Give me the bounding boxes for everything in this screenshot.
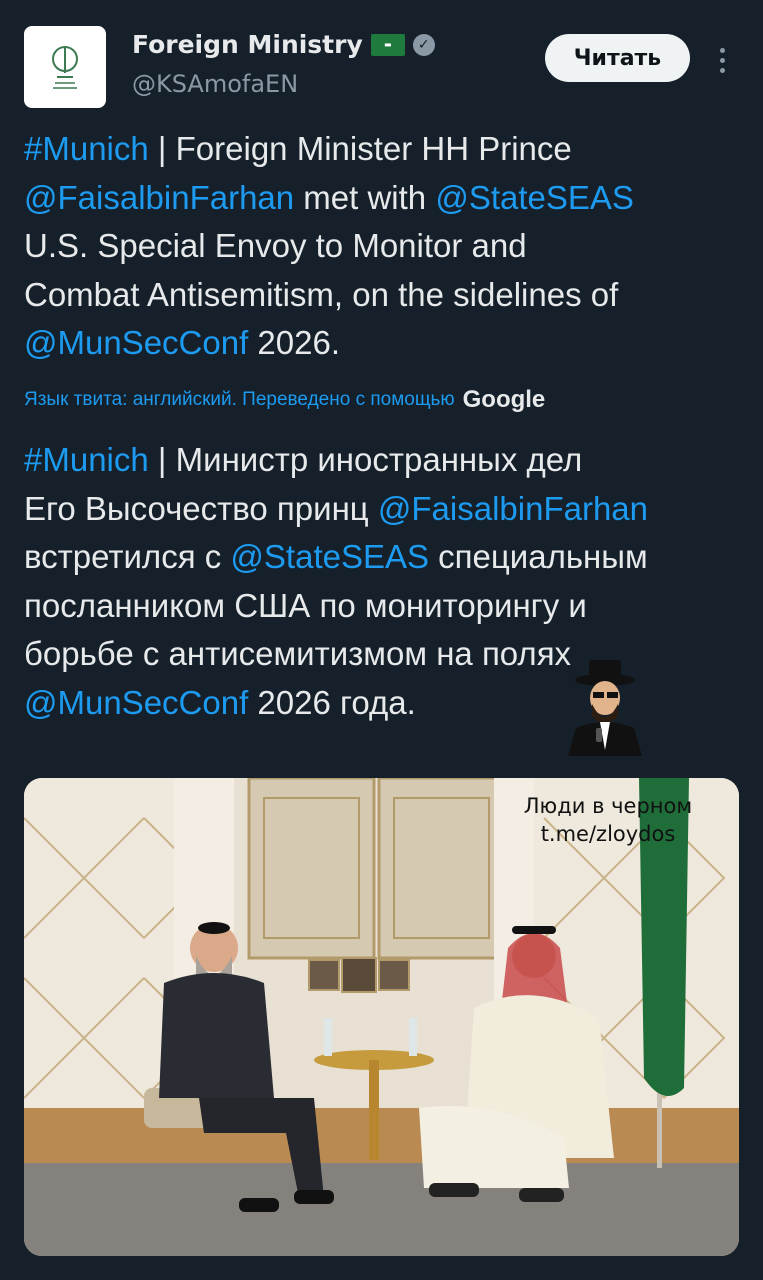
verified-badge-icon: ✓ (412, 33, 435, 56)
hashtag-link[interactable]: #Munich (24, 441, 149, 478)
tweet-line: #Munich | Foreign Minister HH Prince (24, 125, 739, 174)
tweet-line: @MunSecConf 2026. (24, 319, 739, 368)
tweet-text-segment: | Foreign Minister HH Prince (148, 130, 572, 167)
watermark-line-2: t.me/zloydos (540, 822, 676, 846)
tweet-text-segment: | Министр иностранных дел (148, 441, 583, 478)
display-name[interactable]: Foreign Ministry (132, 30, 363, 59)
channel-watermark: Люди в черном t.me/zloydos (508, 792, 708, 848)
follow-button[interactable]: Читать (545, 34, 690, 82)
tweet-text-original: #Munich | Foreign Minister HH Prince @Fai… (24, 125, 739, 368)
tweet-line: Его Высочество принц @FaisalbinFarhan (24, 485, 739, 534)
mention-link[interactable]: @MunSecConf (24, 324, 248, 361)
account-handle[interactable]: @KSAmofaEN (132, 70, 298, 98)
translation-note[interactable]: Язык твита: английский. Переведено с пом… (24, 386, 739, 414)
more-options-icon[interactable] (708, 40, 736, 80)
mention-link[interactable]: @FaisalbinFarhan (24, 179, 294, 216)
tweet-text-segment: U.S. Special Envoy to Monitor and (24, 227, 527, 264)
tweet-text-segment: met with (294, 178, 436, 216)
google-logo-text: Google (462, 386, 546, 413)
watermark-line-1: Люди в черном (523, 794, 693, 818)
tweet-line: @FaisalbinFarhan met with @StateSEAS (24, 174, 739, 223)
tweet-text-segment: специальным (429, 538, 648, 575)
tweet-line: посланником США по мониторингу и (24, 582, 739, 631)
man-in-black-sticker (568, 660, 642, 756)
translation-note-text: Язык твита: английский. Переведено с пом… (24, 389, 455, 410)
account-name-row: Foreign Ministry ▬ ✓ (132, 30, 435, 59)
hashtag-link[interactable]: #Munich (24, 130, 149, 167)
tweet-text-segment: Combat Antisemitism, on the sidelines of (24, 275, 619, 313)
saudi-flag-icon: ▬ (370, 33, 405, 56)
tweet-line: #Munich | Министр иностранных дел (24, 436, 739, 485)
tweet-view: Foreign Ministry ▬ ✓ @KSAmofaEN Читать #… (0, 0, 763, 1280)
mention-link[interactable]: @StateSEAS (435, 179, 634, 216)
tweet-text-segment: встретился с (24, 538, 231, 575)
tweet-line: встретился с @StateSEAS специальным (24, 533, 739, 582)
tweet-text-segment: посланником США по мониторингу и (24, 586, 587, 624)
tweet-text-segment: 2026. (248, 324, 341, 361)
tweet-text-segment: борьбе с антисемитизмом на полях (24, 635, 572, 672)
tweet-line: Combat Antisemitism, on the sidelines of (24, 271, 739, 320)
account-avatar[interactable] (24, 26, 106, 108)
ministry-emblem-icon (52, 46, 78, 89)
tweet-text-segment: Его Высочество принц (24, 489, 378, 527)
mention-link[interactable]: @StateSEAS (230, 538, 429, 575)
mention-link[interactable]: @MunSecConf (24, 684, 248, 721)
mention-link[interactable]: @FaisalbinFarhan (378, 490, 648, 527)
tweet-text-segment: 2026 года. (248, 683, 416, 721)
tweet-line: U.S. Special Envoy to Monitor and (24, 222, 739, 271)
tweet-photo[interactable] (24, 778, 739, 1256)
